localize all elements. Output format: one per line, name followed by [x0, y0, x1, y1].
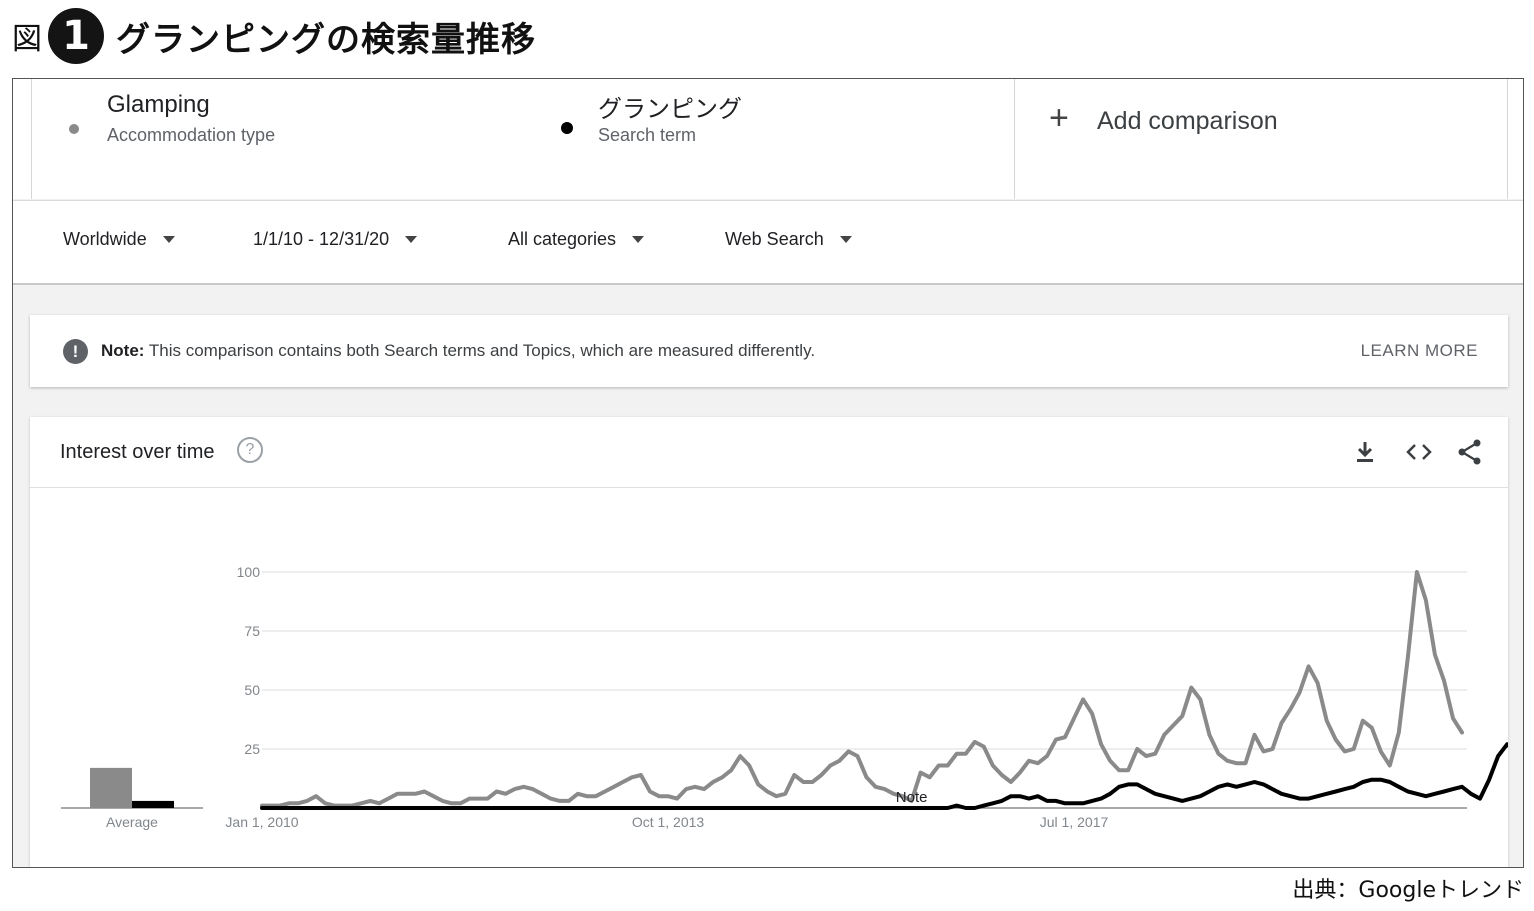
- y-tick-label: 50: [244, 682, 260, 698]
- x-tick-label: Oct 1, 2013: [632, 814, 705, 830]
- series-line: [260, 742, 1508, 810]
- chevron-down-icon: [839, 236, 852, 243]
- add-comparison-card[interactable]: + Add comparison: [1015, 79, 1508, 199]
- figure-source: 出典：Googleトレンド: [1292, 878, 1524, 903]
- term-name: グランピング: [598, 96, 742, 123]
- term-type: Accommodation type: [107, 125, 276, 145]
- category-select[interactable]: All categories: [508, 229, 645, 250]
- y-tick-label: 100: [237, 564, 261, 580]
- y-tick-label: 75: [244, 623, 260, 639]
- note-annotation: Note: [896, 789, 928, 806]
- search-type-select[interactable]: Web Search: [725, 229, 852, 250]
- figure-label: 図: [12, 22, 42, 57]
- x-tick-label: Jan 1, 2010: [225, 814, 298, 830]
- filter-bar: Worldwide 1/1/10 - 12/31/20 All categori…: [13, 200, 1523, 285]
- plus-icon: +: [1049, 99, 1069, 137]
- series-dot-icon: [561, 122, 573, 134]
- average-bar: [132, 800, 174, 808]
- interest-chart: 100 75 50 25 Jan 1, 2010 Oct 1, 2013 Jul 1, 20…: [61, 564, 1508, 830]
- note-text: Note: This comparison contains both Sear…: [101, 341, 815, 361]
- exclamation-icon: !: [63, 339, 88, 364]
- figure-title: グランピングの検索量推移: [116, 19, 536, 60]
- chevron-down-icon: [162, 236, 175, 243]
- term-card-glamping-ja[interactable]: グランピング Search term: [522, 79, 1015, 199]
- y-tick-label: 25: [244, 741, 260, 757]
- note-message: This comparison contains both Search ter…: [148, 341, 816, 360]
- chevron-down-icon: [405, 236, 418, 243]
- average-bar: [90, 767, 132, 808]
- term-card-glamping[interactable]: Glamping Accommodation type: [31, 79, 523, 199]
- category-value: All categories: [508, 229, 617, 249]
- series-dot-icon: [69, 124, 79, 134]
- date-range-select[interactable]: 1/1/10 - 12/31/20: [253, 229, 418, 250]
- term-type: Search term: [598, 125, 697, 145]
- add-comparison-label: Add comparison: [1097, 107, 1278, 135]
- figure-header: 図 1 グランピングの検索量推移: [12, 6, 536, 66]
- comparison-note: ! Note: This comparison contains both Se…: [30, 315, 1508, 387]
- figure-number-badge: 1: [48, 8, 104, 64]
- series-line: [260, 570, 1464, 808]
- note-label: Note:: [101, 341, 145, 360]
- term-name: Glamping: [107, 91, 210, 118]
- trends-screenshot: Glamping Accommodation type グランピング Searc…: [12, 78, 1524, 868]
- search-type-value: Web Search: [725, 229, 824, 249]
- interest-over-time-card: Interest over time ? 100 75 50 25 Jan 1, 201…: [30, 417, 1508, 867]
- comparison-terms: Glamping Accommodation type グランピング Searc…: [13, 79, 1523, 199]
- date-range-value: 1/1/10 - 12/31/20: [253, 229, 390, 249]
- region-value: Worldwide: [63, 229, 147, 249]
- region-select[interactable]: Worldwide: [63, 229, 175, 250]
- chevron-down-icon: [632, 236, 645, 243]
- average-label: Average: [106, 814, 158, 830]
- learn-more-link[interactable]: LEARN MORE: [1361, 341, 1478, 361]
- x-tick-label: Jul 1, 2017: [1040, 814, 1109, 830]
